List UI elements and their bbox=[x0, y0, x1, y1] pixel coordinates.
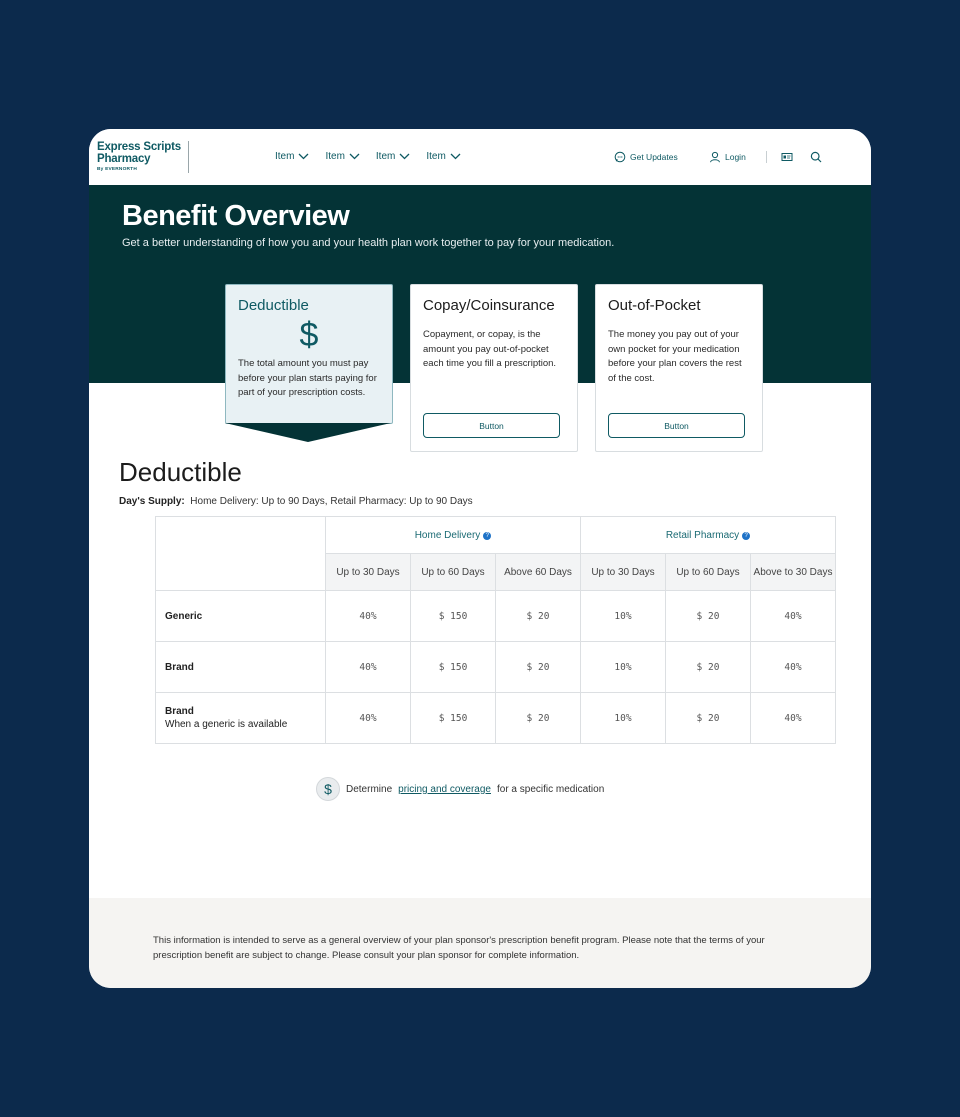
table-cell: 40% bbox=[325, 590, 411, 642]
nav-item-label: Item bbox=[426, 151, 446, 162]
table-cell: $ 20 bbox=[665, 590, 751, 642]
dollar-icon: $ bbox=[299, 316, 319, 354]
card-title: Out-of-Pocket bbox=[608, 297, 701, 314]
card-title: Deductible bbox=[238, 297, 309, 314]
id-card-icon bbox=[781, 153, 793, 161]
get-updates-link[interactable]: Get Updates bbox=[614, 151, 678, 163]
card-out-of-pocket[interactable]: Out-of-Pocket The money you pay out of y… bbox=[595, 284, 763, 452]
table-cell: 40% bbox=[325, 692, 411, 744]
disclaimer-text: This information is intended to serve as… bbox=[153, 935, 765, 961]
pricing-prefix: Determine bbox=[346, 783, 393, 795]
search-icon bbox=[810, 151, 822, 163]
help-icon[interactable]: ? bbox=[742, 531, 751, 540]
footer: This information is intended to serve as… bbox=[89, 898, 871, 988]
table-cell: $ 150 bbox=[410, 641, 496, 693]
pricing-coverage-link[interactable]: pricing and coverage bbox=[398, 784, 491, 795]
nav-item-4[interactable]: Item bbox=[426, 151, 461, 162]
group-label: Home Delivery bbox=[414, 529, 481, 541]
column-header: Up to 60 Days bbox=[665, 553, 751, 591]
table-cell: 40% bbox=[325, 641, 411, 693]
row-label: Brand bbox=[155, 641, 326, 693]
card-text: Copayment, or copay, is the amount you p… bbox=[423, 329, 557, 370]
table-row: Brand 40% $ 150 $ 20 10% $ 20 40% bbox=[155, 641, 836, 693]
nav-item-label: Item bbox=[275, 151, 295, 162]
id-card-button[interactable] bbox=[781, 151, 793, 163]
pricing-note: $ Determine pricing and coverage for a s… bbox=[316, 777, 604, 801]
table-cell: $ 20 bbox=[665, 692, 751, 744]
section-title: Deductible bbox=[119, 457, 242, 487]
table-cell: 40% bbox=[750, 641, 836, 693]
page-window: Express Scripts Pharmacy By EVERNORTH It… bbox=[89, 129, 871, 988]
login-label: Login bbox=[725, 152, 746, 162]
chevron-down-icon bbox=[298, 153, 309, 160]
user-icon bbox=[710, 151, 720, 163]
nav-item-2[interactable]: Item bbox=[325, 151, 360, 162]
card-title: Copay/Coinsurance bbox=[423, 297, 555, 314]
table-row: Generic 40% $ 150 $ 20 10% $ 20 40% bbox=[155, 590, 836, 642]
pricing-suffix: for a specific medication bbox=[496, 783, 605, 795]
table-cell: $ 150 bbox=[410, 590, 496, 642]
table-cell: $ 20 bbox=[495, 692, 581, 744]
table-cell: 40% bbox=[750, 590, 836, 642]
group-home-delivery: Home Delivery? bbox=[325, 516, 581, 554]
row-title: Brand bbox=[165, 661, 194, 673]
chat-bubble-icon bbox=[614, 151, 626, 163]
table-cell: 10% bbox=[580, 641, 666, 693]
page-title: Benefit Overview bbox=[122, 200, 350, 232]
table-cell: 10% bbox=[580, 692, 666, 744]
days-supply-label: Day's Supply: bbox=[119, 496, 185, 507]
card-text: The money you pay out of your own pocket… bbox=[608, 329, 742, 384]
nav-item-label: Item bbox=[325, 151, 345, 162]
column-header: Above to 30 Days bbox=[750, 553, 836, 591]
column-header: Up to 60 Days bbox=[410, 553, 496, 591]
card-copay[interactable]: Copay/Coinsurance Copayment, or copay, i… bbox=[410, 284, 578, 452]
chevron-down-icon bbox=[399, 153, 410, 160]
top-navigation: Express Scripts Pharmacy By EVERNORTH It… bbox=[89, 129, 871, 185]
card-deductible[interactable]: Deductible $ The total amount you must p… bbox=[225, 284, 393, 424]
row-subtitle: When a generic is available bbox=[165, 719, 288, 730]
table-cell: 40% bbox=[750, 692, 836, 744]
login-link[interactable]: Login bbox=[709, 151, 746, 163]
nav-menu: Item Item Item Item bbox=[275, 151, 461, 162]
nav-item-label: Item bbox=[375, 151, 396, 162]
page-subtitle: Get a better understanding of how you an… bbox=[122, 237, 615, 249]
divider bbox=[766, 151, 767, 163]
logo[interactable]: Express Scripts Pharmacy By EVERNORTH bbox=[97, 141, 189, 173]
table-cell: $ 20 bbox=[665, 641, 751, 693]
column-header: Up to 30 Days bbox=[580, 553, 666, 591]
nav-item-1[interactable]: Item bbox=[275, 151, 309, 162]
search-button[interactable] bbox=[810, 151, 822, 163]
row-title: Brand bbox=[165, 706, 194, 717]
row-label: Generic bbox=[155, 590, 326, 642]
table-cell: $ 150 bbox=[410, 692, 496, 744]
days-supply-text: Home Delivery: Up to 90 Days, Retail Pha… bbox=[190, 496, 473, 507]
column-header: Up to 30 Days bbox=[325, 553, 411, 591]
table-cell: $ 20 bbox=[495, 590, 581, 642]
row-title: Generic bbox=[165, 610, 203, 622]
days-supply: Day's Supply: Home Delivery: Up to 90 Da… bbox=[119, 496, 473, 507]
group-label: Retail Pharmacy bbox=[665, 529, 740, 541]
dollar-coin-icon: $ bbox=[316, 777, 340, 801]
deductible-table: Home Delivery? Retail Pharmacy? Up to 30… bbox=[155, 516, 836, 744]
column-header: Above 60 Days bbox=[495, 553, 581, 591]
group-retail-pharmacy: Retail Pharmacy? bbox=[580, 516, 836, 554]
get-updates-label: Get Updates bbox=[630, 152, 678, 162]
chevron-down-icon bbox=[450, 153, 461, 160]
help-icon[interactable]: ? bbox=[483, 531, 492, 540]
out-of-pocket-button[interactable]: Button bbox=[608, 413, 745, 438]
logo-tagline: By EVERNORTH bbox=[97, 167, 137, 172]
logo-line1: Express Scripts bbox=[97, 141, 181, 153]
table-corner bbox=[155, 516, 326, 591]
table-cell: $ 20 bbox=[495, 641, 581, 693]
chevron-down-icon bbox=[349, 153, 360, 160]
card-text: The total amount you must pay before you… bbox=[238, 358, 377, 399]
table-row: Brand When a generic is available 40% $ … bbox=[155, 692, 836, 744]
row-label: Brand When a generic is available bbox=[155, 692, 326, 744]
logo-line2: Pharmacy bbox=[97, 153, 151, 165]
table-cell: 10% bbox=[580, 590, 666, 642]
copay-button[interactable]: Button bbox=[423, 413, 560, 438]
nav-item-3[interactable]: Item bbox=[376, 151, 410, 162]
active-card-pointer bbox=[225, 423, 391, 442]
